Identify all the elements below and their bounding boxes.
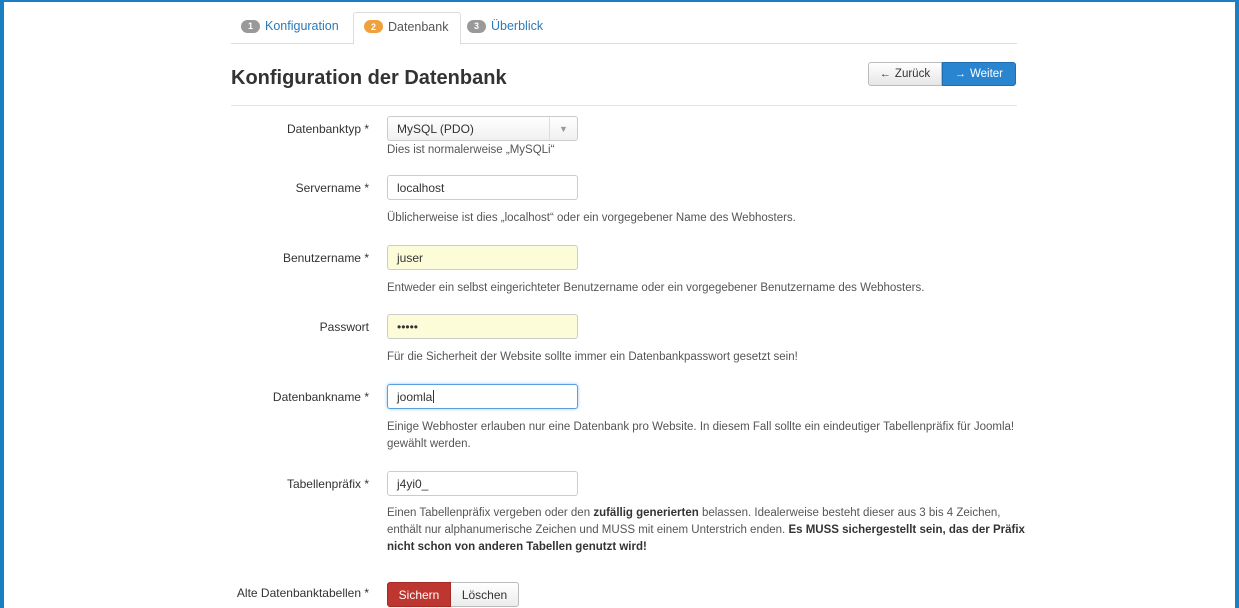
password-help: Für die Sicherheit der Website sollte im…: [387, 351, 798, 363]
password-input[interactable]: •••••: [387, 314, 578, 339]
db-name-help: Einige Webhoster erlauben nur eine Daten…: [387, 421, 1015, 450]
title-divider: [231, 105, 1017, 106]
db-name-label: Datenbankname *: [272, 390, 369, 404]
tab-label: Datenbank: [388, 19, 449, 34]
db-name-input[interactable]: joomla: [387, 384, 578, 409]
server-help: Üblicherweise ist dies „localhost“ oder …: [387, 212, 796, 224]
user-value: juser: [397, 250, 424, 265]
password-label: Passwort: [319, 320, 369, 334]
page-title: Konfiguration der Datenbank: [231, 67, 507, 89]
db-name-value: joomla: [397, 389, 433, 404]
delete-option-button[interactable]: Löschen: [451, 582, 519, 607]
step-badge: 1: [241, 19, 260, 33]
chevron-down-icon: ▼: [549, 117, 577, 140]
step-badge: 3: [467, 19, 486, 33]
arrow-left-icon: ←: [879, 68, 891, 80]
user-help: Entweder ein selbst eingerichteter Benut…: [387, 282, 925, 294]
server-label: Servername *: [295, 181, 369, 195]
password-value: •••••: [397, 319, 419, 334]
text-cursor: [433, 390, 435, 403]
user-label: Benutzername *: [282, 251, 369, 265]
window-frame-top: [0, 0, 1239, 2]
back-button[interactable]: ← Zurück: [868, 62, 942, 86]
arrow-right-icon: →: [954, 68, 966, 80]
nav-buttons: ← Zurück → Weiter: [868, 62, 1016, 86]
window-frame-left: [0, 0, 4, 608]
next-button[interactable]: → Weiter: [942, 62, 1016, 86]
step-badge: 2: [364, 20, 383, 33]
tab-datenbank[interactable]: 2 Datenbank: [353, 12, 462, 45]
back-button-label: Zurück: [894, 68, 931, 80]
db-type-select[interactable]: MySQL (PDO) ▼: [387, 116, 578, 141]
prefix-input[interactable]: j4yi0_: [387, 471, 578, 496]
tab-ueberblick[interactable]: 3 Überblick: [457, 12, 555, 44]
window-frame-right: [1235, 0, 1239, 608]
tab-label: Überblick: [491, 19, 544, 33]
prefix-help: Einen Tabellenpräfix vergeben oder den z…: [387, 505, 1027, 556]
prefix-label: Tabellenpräfix *: [286, 477, 369, 491]
backup-option-button[interactable]: Sichern: [387, 582, 451, 607]
db-type-label: Datenbanktyp *: [286, 122, 369, 136]
prefix-help-text: Einen Tabellenpräfix vergeben oder den: [387, 507, 594, 519]
installer-steps: 1 Konfiguration 2 Datenbank 3 Überblick: [231, 12, 1017, 45]
tab-konfiguration[interactable]: 1 Konfiguration: [231, 12, 351, 44]
old-tables-toggle: Sichern Löschen: [387, 582, 519, 607]
prefix-value: j4yi0_: [397, 476, 429, 491]
server-value: localhost: [397, 180, 445, 195]
server-input[interactable]: localhost: [387, 175, 578, 200]
user-input[interactable]: juser: [387, 245, 578, 270]
db-type-value: MySQL (PDO): [397, 121, 474, 136]
old-tables-label: Alte Datenbanktabellen *: [236, 586, 369, 600]
next-button-label: Weiter: [969, 68, 1004, 80]
tab-label: Konfiguration: [265, 19, 339, 33]
prefix-help-emphasis: zufällig generierten: [593, 507, 699, 519]
db-type-help: Dies ist normalerweise „MySQLi“: [387, 144, 555, 156]
